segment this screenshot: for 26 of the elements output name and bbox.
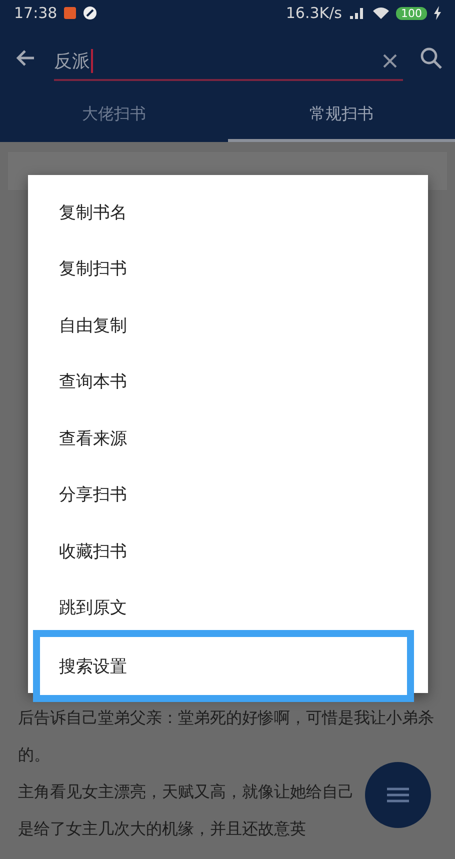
battery-indicator: 100 [396, 6, 427, 20]
search-field[interactable]: 反派 [54, 43, 403, 81]
text-line: 的。 [18, 745, 50, 766]
network-speed: 16.3K/s [286, 4, 342, 22]
tab[interactable]: 常规扫书 [228, 90, 455, 142]
app-notification-icon [63, 6, 78, 20]
menu-item[interactable]: 查询本书 [28, 354, 428, 410]
clock: 17:38 [14, 4, 58, 22]
menu-item[interactable]: 分享扫书 [28, 466, 428, 523]
text-line: 主角看见女主漂亮，天赋又高，就像让她给自己 [18, 782, 354, 803]
menu-item[interactable]: 复制扫书 [28, 240, 428, 297]
menu-item[interactable]: 收藏扫书 [28, 523, 428, 580]
menu-item[interactable]: 查看来源 [28, 410, 428, 466]
text-line: 后告诉自己堂弟父亲：堂弟死的好惨啊，可惜是我让小弟杀 [18, 708, 434, 729]
search-icon[interactable] [419, 46, 443, 70]
text-line: 是给了女主几次大的机缘，并且还故意英 [18, 819, 306, 840]
signal-icon [348, 6, 366, 20]
menu-icon [387, 787, 409, 803]
wifi-icon [372, 6, 390, 20]
menu-item[interactable]: 自由复制 [28, 297, 428, 354]
clear-icon[interactable] [383, 54, 397, 68]
charging-icon [433, 6, 443, 20]
no-disturb-icon [83, 6, 98, 20]
menu-item[interactable]: 复制书名 [28, 184, 428, 240]
tab[interactable]: 大佬扫书 [0, 90, 228, 142]
menu-item[interactable]: 搜索设置 [33, 630, 414, 702]
